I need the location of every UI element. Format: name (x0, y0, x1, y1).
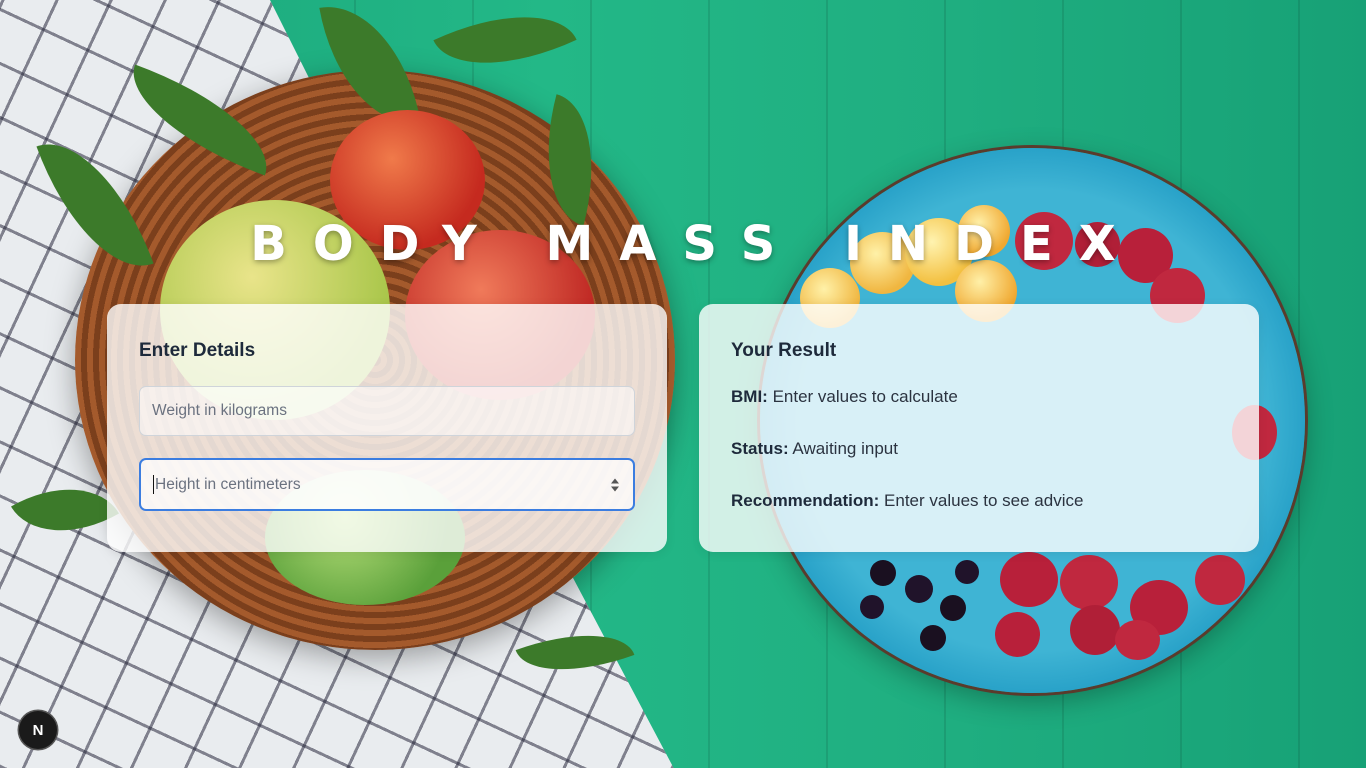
recommendation-value: Enter values to see advice (884, 491, 1084, 510)
blackcurrant (955, 560, 979, 584)
weight-input[interactable]: Weight in kilograms (139, 386, 635, 436)
height-input[interactable]: Height in centimeters (139, 458, 635, 511)
recommendation-row: Recommendation: Enter values to see advi… (731, 490, 1227, 512)
status-row: Status: Awaiting input (731, 438, 1227, 460)
raspberry (1195, 555, 1245, 605)
blackcurrant (940, 595, 966, 621)
details-heading: Enter Details (139, 340, 256, 361)
bmi-row: BMI: Enter values to calculate (731, 386, 1227, 408)
weight-placeholder: Weight in kilograms (152, 402, 287, 419)
blackcurrant (860, 595, 884, 619)
raspberry (1115, 620, 1160, 660)
number-spinner[interactable] (611, 478, 619, 491)
status-label: Status: (731, 439, 789, 458)
text-caret (153, 475, 154, 494)
details-card: Enter Details Weight in kilograms Height… (107, 304, 667, 552)
raspberry (1000, 552, 1058, 607)
result-heading: Your Result (731, 340, 837, 361)
n-logo-icon: N (32, 721, 44, 739)
raspberry (1070, 605, 1120, 655)
spinner-down-icon[interactable] (611, 486, 619, 491)
bmi-value: Enter values to calculate (772, 387, 958, 406)
recommendation-label: Recommendation: (731, 491, 880, 510)
blackcurrant (870, 560, 896, 586)
bmi-label: BMI: (731, 387, 768, 406)
status-value: Awaiting input (792, 439, 898, 458)
blackcurrant (905, 575, 933, 603)
raspberry (1060, 555, 1118, 610)
nextjs-dev-badge[interactable]: N (19, 711, 57, 749)
page-title: BODY MASS INDEX (250, 216, 1142, 272)
blackcurrant (920, 625, 946, 651)
height-placeholder: Height in centimeters (155, 475, 301, 493)
spinner-up-icon[interactable] (611, 478, 619, 483)
result-card: Your Result BMI: Enter values to calcula… (699, 304, 1259, 552)
raspberry (995, 612, 1040, 657)
